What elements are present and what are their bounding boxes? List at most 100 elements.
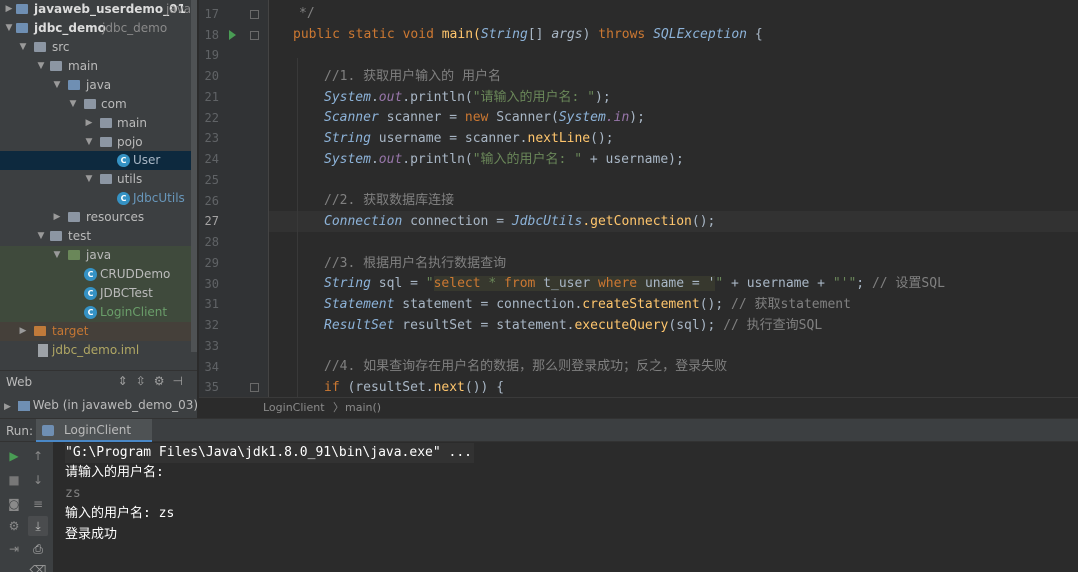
tree-label: main bbox=[68, 59, 98, 73]
stop-icon[interactable]: ■ bbox=[4, 470, 24, 490]
chevron-right-icon[interactable]: ▶ bbox=[52, 208, 62, 227]
tree-row-user[interactable]: C User bbox=[0, 151, 197, 170]
line-number: 21 bbox=[204, 90, 219, 104]
class-icon: C bbox=[84, 306, 97, 319]
hide-panel-icon[interactable]: ⊣ bbox=[173, 374, 191, 388]
tree-scrollbar[interactable] bbox=[191, 0, 197, 352]
chevron-right-icon[interactable]: ▶ bbox=[18, 322, 28, 341]
console-line: 请输入的用户名: bbox=[65, 465, 164, 480]
line-number: 27 bbox=[204, 214, 219, 228]
tree-row-test[interactable]: ▼ test bbox=[0, 227, 197, 246]
collapse-all-icon[interactable]: ⇳ bbox=[136, 374, 154, 388]
tree-row-cruddemo[interactable]: C CRUDDemo bbox=[0, 265, 197, 284]
code-line-35: if (resultSet.next()) { bbox=[324, 380, 505, 395]
line-number: 18 bbox=[204, 28, 219, 42]
code-editor[interactable]: 17 18 19 20 21 22 23 24 25 26 27 28 29 3… bbox=[199, 0, 1078, 397]
settings-icon[interactable]: ⚙ bbox=[4, 516, 24, 536]
code-line-20: //1. 获取用户输入的 用户名 bbox=[324, 69, 501, 84]
tree-row-test-java[interactable]: ▼ java bbox=[0, 246, 197, 265]
tree-row-jdbc-demo[interactable]: ▼ jdbc_demo jdbc_demo bbox=[0, 19, 197, 38]
tree-label: main bbox=[117, 116, 147, 130]
gear-icon[interactable]: ⚙ bbox=[154, 374, 173, 388]
web-facet-item[interactable]: ▶ Web (in javaweb_demo_03) bbox=[4, 398, 198, 412]
package-icon bbox=[100, 137, 112, 147]
class-icon: C bbox=[84, 268, 97, 281]
web-panel: Web ⇕⇳⚙⊣ ▶ Web (in javaweb_demo_03) bbox=[0, 370, 198, 420]
console-line: 登录成功 bbox=[65, 527, 118, 542]
tree-row-iml[interactable]: jdbc_demo.iml bbox=[0, 341, 197, 360]
line-number: 24 bbox=[204, 152, 219, 166]
class-icon: C bbox=[84, 287, 97, 300]
line-number: 35 bbox=[204, 380, 219, 394]
tree-row-java[interactable]: ▼ java bbox=[0, 76, 197, 95]
module-folder-icon bbox=[16, 23, 28, 33]
chevron-down-icon[interactable]: ▼ bbox=[84, 170, 94, 189]
tree-row-main[interactable]: ▼ main bbox=[0, 57, 197, 76]
tree-label: User bbox=[133, 153, 161, 167]
clear-icon[interactable]: ⌫ bbox=[28, 560, 48, 572]
folder-icon bbox=[50, 231, 62, 241]
code-line-29: //3. 根据用户名执行数据查询 bbox=[324, 256, 507, 271]
camera-icon[interactable]: ◙ bbox=[4, 494, 24, 514]
chevron-down-icon[interactable]: ▼ bbox=[52, 76, 62, 95]
fold-marker-icon[interactable] bbox=[250, 31, 259, 40]
breadcrumb-class[interactable]: LoginClient bbox=[263, 398, 325, 418]
folder-icon bbox=[50, 61, 62, 71]
scroll-to-end-icon[interactable]: ⤓ bbox=[28, 516, 48, 536]
scroll-up-icon[interactable]: ↑ bbox=[28, 446, 48, 466]
chevron-down-icon[interactable]: ▼ bbox=[18, 38, 28, 57]
tree-label: jdbc_demo.iml bbox=[52, 343, 140, 357]
chevron-down-icon[interactable]: ▼ bbox=[36, 57, 46, 76]
line-number: 20 bbox=[204, 69, 219, 83]
soft-wrap-icon[interactable]: ≡ bbox=[28, 494, 48, 514]
fold-marker-icon[interactable] bbox=[250, 10, 259, 19]
chevron-down-icon[interactable]: ▼ bbox=[36, 227, 46, 246]
run-toolbar: ▶ ↑ ■ ↓ ◙ ≡ ⚙ ⤓ ⇥ ⎙ ⌫ bbox=[0, 442, 53, 572]
chevron-right-icon[interactable]: ▶ bbox=[4, 0, 14, 19]
code-line-32: ResultSet resultSet = statement.executeQ… bbox=[324, 318, 823, 333]
code-line-30: String sql = "select * from t_user where… bbox=[324, 276, 945, 291]
scroll-down-icon[interactable]: ↓ bbox=[28, 470, 48, 490]
line-number: 26 bbox=[204, 194, 219, 208]
code-line-31: Statement statement = connection.createS… bbox=[324, 297, 851, 312]
chevron-down-icon[interactable]: ▼ bbox=[84, 133, 94, 152]
console-command-line: "G:\Program Files\Java\jdk1.8.0_91\bin\j… bbox=[65, 443, 474, 463]
tree-row-utils[interactable]: ▼ utils bbox=[0, 170, 197, 189]
tree-row-resources[interactable]: ▶ resources bbox=[0, 208, 197, 227]
exit-icon[interactable]: ⇥ bbox=[4, 539, 24, 559]
run-gutter-icon[interactable] bbox=[229, 30, 236, 40]
tree-label: java bbox=[86, 78, 112, 92]
excluded-folder-icon bbox=[34, 326, 46, 336]
tree-label: jdbc_demo bbox=[34, 21, 106, 35]
web-module-icon bbox=[17, 400, 30, 411]
chevron-down-icon[interactable]: ▼ bbox=[68, 95, 78, 114]
chevron-right-icon[interactable]: ▶ bbox=[84, 114, 94, 133]
test-source-folder-icon bbox=[68, 250, 80, 260]
console-line: 输入的用户名: zs bbox=[65, 506, 175, 521]
tree-row-loginclient[interactable]: C LoginClient bbox=[0, 303, 197, 322]
tree-row-jdbcutils[interactable]: C JdbcUtils bbox=[0, 189, 197, 208]
expand-all-icon[interactable]: ⇕ bbox=[118, 374, 136, 388]
class-icon: C bbox=[117, 154, 130, 167]
tree-row-com[interactable]: ▼ com bbox=[0, 95, 197, 114]
chevron-down-icon[interactable]: ▼ bbox=[52, 246, 62, 265]
tree-row-javaweb-userdemo[interactable]: ▶ javaweb_userdemo_01 javawe bbox=[0, 0, 197, 19]
chevron-down-icon[interactable]: ▼ bbox=[4, 19, 14, 38]
tree-row-src[interactable]: ▼ src bbox=[0, 38, 197, 57]
tree-row-jdbctest[interactable]: C JDBCTest bbox=[0, 284, 197, 303]
application-icon bbox=[42, 425, 54, 436]
run-tab-loginclient[interactable]: LoginClient bbox=[36, 419, 152, 442]
rerun-icon[interactable]: ▶ bbox=[4, 446, 24, 466]
fold-marker-icon[interactable] bbox=[250, 383, 259, 392]
source-folder-icon bbox=[68, 80, 80, 90]
line-number: 23 bbox=[204, 131, 219, 145]
tree-row-target[interactable]: ▶ target bbox=[0, 322, 197, 341]
tree-row-pojo[interactable]: ▼ pojo bbox=[0, 133, 197, 152]
tree-row-main-package[interactable]: ▶ main bbox=[0, 114, 197, 133]
console-output[interactable]: "G:\Program Files\Java\jdk1.8.0_91\bin\j… bbox=[53, 442, 1078, 572]
line-number: 25 bbox=[204, 173, 219, 187]
tree-label: java bbox=[86, 248, 112, 262]
breadcrumb-method[interactable]: main() bbox=[345, 398, 381, 418]
chevron-right-icon[interactable]: ▶ bbox=[4, 402, 11, 412]
print-icon[interactable]: ⎙ bbox=[28, 539, 48, 559]
